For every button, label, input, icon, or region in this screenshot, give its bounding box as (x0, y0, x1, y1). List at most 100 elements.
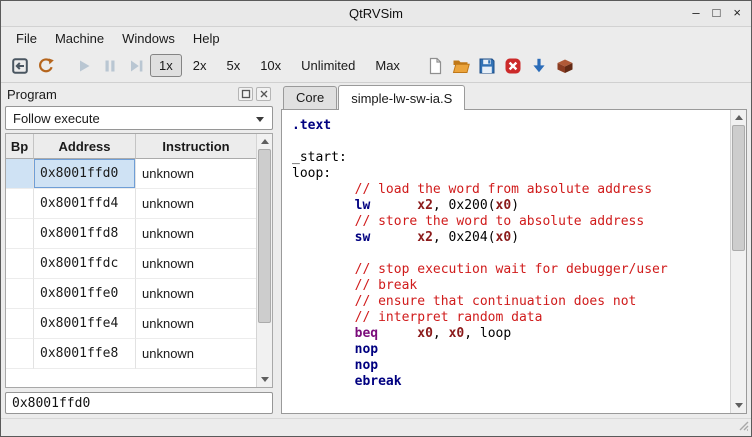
breakpoint-cell[interactable] (6, 339, 34, 369)
cache-button[interactable] (552, 53, 578, 79)
table-row[interactable]: 0x8001ffd8unknown (6, 219, 256, 249)
code-line[interactable]: nop (292, 342, 730, 358)
menu-machine[interactable]: Machine (46, 29, 113, 48)
pause-icon (100, 56, 120, 76)
table-row[interactable]: 0x8001ffe8unknown (6, 339, 256, 369)
instruction-cell[interactable]: unknown (136, 189, 256, 219)
undock-panel-button[interactable] (238, 87, 253, 101)
instruction-cell[interactable]: unknown (136, 339, 256, 369)
table-row[interactable]: 0x8001ffd0unknown (6, 159, 256, 189)
reload-icon (36, 56, 56, 76)
menu-file[interactable]: File (7, 29, 46, 48)
column-header-bp[interactable]: Bp (6, 134, 34, 159)
breakpoint-cell[interactable] (6, 249, 34, 279)
main-area: Program Follow execute (1, 83, 751, 418)
close-file-button[interactable] (500, 53, 526, 79)
table-row[interactable]: 0x8001ffd4unknown (6, 189, 256, 219)
code-line[interactable]: // stop execution wait for debugger/user (292, 262, 730, 278)
address-cell[interactable]: 0x8001ffe4 (34, 309, 136, 339)
minimize-button[interactable]: – (692, 5, 699, 21)
instruction-cell[interactable]: unknown (136, 279, 256, 309)
step-button[interactable] (123, 53, 149, 79)
address-cell[interactable]: 0x8001ffe0 (34, 279, 136, 309)
address-cell[interactable]: 0x8001ffd8 (34, 219, 136, 249)
speed-10x-button[interactable]: 10x (251, 54, 290, 77)
editor-scroll-down-button[interactable] (731, 398, 746, 413)
code-line[interactable]: sw x2, 0x204(x0) (292, 230, 730, 246)
speed-max-button[interactable]: Max (366, 54, 409, 77)
speed-1x-button[interactable]: 1x (150, 54, 182, 77)
code-line[interactable] (292, 134, 730, 150)
window-controls: – □ × (692, 5, 741, 21)
reload-machine-button[interactable] (33, 53, 59, 79)
instruction-cell[interactable]: unknown (136, 309, 256, 339)
new-file-button[interactable] (422, 53, 448, 79)
code-line[interactable]: loop: (292, 166, 730, 182)
close-button[interactable]: × (733, 5, 741, 21)
code-line[interactable]: lw x2, 0x200(x0) (292, 198, 730, 214)
breakpoint-cell[interactable] (6, 279, 34, 309)
download-memory-button[interactable] (526, 53, 552, 79)
column-header-address[interactable]: Address (34, 134, 136, 159)
breakpoint-cell[interactable] (6, 219, 34, 249)
scrollbar-track[interactable] (257, 149, 272, 372)
scrollbar-thumb[interactable] (258, 149, 271, 323)
address-cell[interactable]: 0x8001ffd4 (34, 189, 136, 219)
address-cell[interactable]: 0x8001ffd0 (34, 159, 136, 189)
code-line[interactable]: // ensure that continuation does not (292, 294, 730, 310)
speed-5x-button[interactable]: 5x (217, 54, 249, 77)
instruction-cell[interactable]: unknown (136, 219, 256, 249)
code-line[interactable]: // break (292, 278, 730, 294)
open-file-button[interactable] (448, 53, 474, 79)
resize-grip[interactable] (736, 418, 749, 434)
follow-dropdown[interactable]: Follow execute (5, 106, 273, 130)
breakpoint-cell[interactable] (6, 189, 34, 219)
close-panel-button[interactable] (256, 87, 271, 101)
code-area[interactable]: .text _start:loop: // load the word from… (282, 110, 730, 413)
speed-2x-button[interactable]: 2x (184, 54, 216, 77)
menu-windows[interactable]: Windows (113, 29, 184, 48)
code-line[interactable]: // load the word from absolute address (292, 182, 730, 198)
scroll-down-icon (261, 377, 269, 382)
editor-scroll-up-button[interactable] (731, 110, 746, 125)
code-line[interactable]: // store the word to absolute address (292, 214, 730, 230)
reset-machine-button[interactable] (7, 53, 33, 79)
code-line[interactable]: nop (292, 358, 730, 374)
address-cell[interactable]: 0x8001ffe8 (34, 339, 136, 369)
code-line[interactable]: _start: (292, 150, 730, 166)
instruction-cell[interactable]: unknown (136, 249, 256, 279)
tab-source-file[interactable]: simple-lw-sw-ia.S (338, 85, 465, 110)
instruction-cell[interactable]: unknown (136, 159, 256, 189)
code-line[interactable]: ebreak (292, 374, 730, 390)
table-row[interactable]: 0x8001ffdcunknown (6, 249, 256, 279)
editor-scrollbar-track[interactable] (731, 125, 746, 398)
code-line[interactable] (292, 246, 730, 262)
pause-button[interactable] (97, 53, 123, 79)
column-header-instruction[interactable]: Instruction (136, 134, 256, 159)
editor-scrollbar[interactable] (730, 110, 746, 413)
editor-scrollbar-thumb[interactable] (732, 125, 745, 251)
code-line[interactable]: .text (292, 118, 730, 134)
scroll-down-button[interactable] (257, 372, 272, 387)
code-line[interactable]: // interpret random data (292, 310, 730, 326)
breakpoint-cell[interactable] (6, 159, 34, 189)
tab-core[interactable]: Core (283, 86, 337, 109)
code-line[interactable]: beq x0, x0, loop (292, 326, 730, 342)
breakpoint-cell[interactable] (6, 309, 34, 339)
menu-help[interactable]: Help (184, 29, 229, 48)
save-file-button[interactable] (474, 53, 500, 79)
address-input[interactable] (5, 392, 273, 414)
program-table-scrollbar[interactable] (256, 134, 272, 387)
table-row[interactable]: 0x8001ffe4unknown (6, 309, 256, 339)
resize-grip-icon (736, 418, 749, 431)
reset-icon (10, 56, 30, 76)
run-button[interactable] (71, 53, 97, 79)
editor-panel: Core simple-lw-sw-ia.S .text _start:loop… (281, 85, 747, 418)
scroll-up-button[interactable] (257, 134, 272, 149)
address-cell[interactable]: 0x8001ffdc (34, 249, 136, 279)
play-icon (74, 56, 94, 76)
maximize-button[interactable]: □ (713, 5, 721, 21)
table-row[interactable]: 0x8001ffe0unknown (6, 279, 256, 309)
panel-splitter[interactable] (273, 85, 281, 418)
speed-unlimited-button[interactable]: Unlimited (292, 54, 364, 77)
